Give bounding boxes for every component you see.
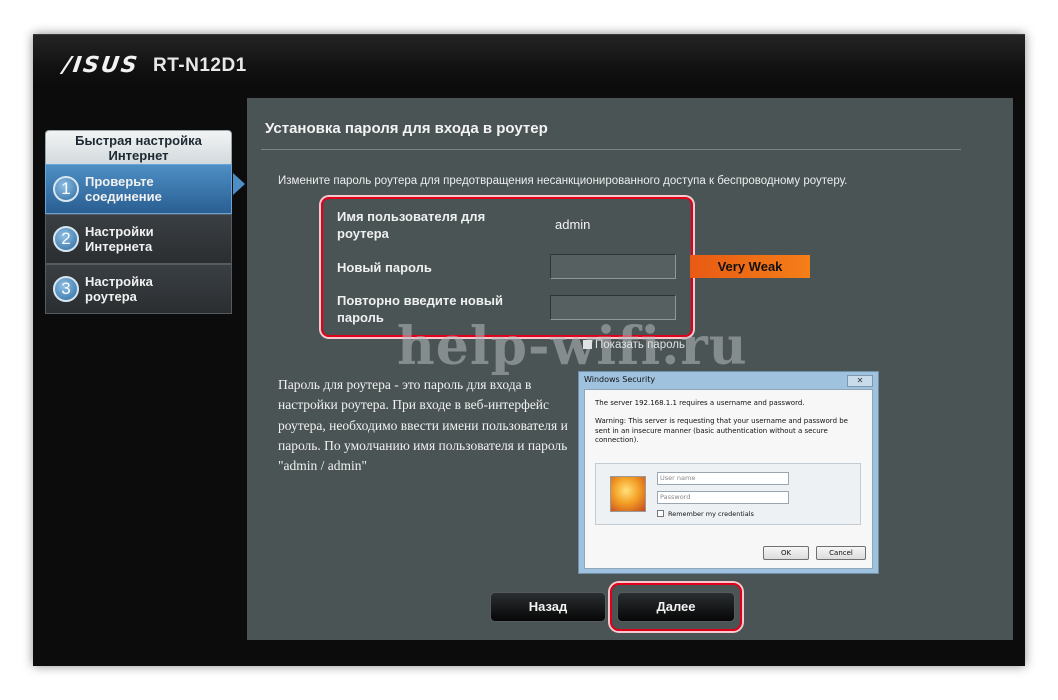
title-divider	[261, 149, 961, 150]
sidebar-item-label: Проверьте соединение	[85, 174, 162, 204]
router-model: RT-N12D1	[153, 55, 247, 76]
new-password-label: Новый пароль	[337, 260, 432, 275]
dialog-body: The server 192.168.1.1 requires a userna…	[584, 389, 873, 569]
sidebar-item-internet-settings[interactable]: 2 Настройки Интернета	[45, 214, 232, 264]
remember-checkbox-icon	[657, 510, 664, 517]
sidebar-item-label: Настройка роутера	[85, 274, 153, 304]
dialog-message: The server 192.168.1.1 requires a userna…	[595, 399, 805, 407]
show-password-checkbox[interactable]	[583, 340, 592, 349]
dialog-title: Windows Security	[584, 375, 656, 384]
remember-credentials: Remember my credentials	[657, 510, 754, 518]
dialog-username-field: User name	[657, 472, 789, 485]
step-2-icon: 2	[53, 226, 79, 252]
back-button[interactable]: Назад	[490, 592, 606, 622]
help-text: Пароль для роутера - это пароль для вход…	[278, 377, 568, 474]
dialog-password-field: Password	[657, 491, 789, 504]
dialog-ok-button: OK	[763, 546, 809, 560]
router-window: /ISUS RT-N12D1 Быстрая настройка Интерне…	[33, 34, 1025, 666]
show-password-label: Показать пароль	[595, 339, 685, 351]
remember-label: Remember my credentials	[668, 510, 754, 518]
credential-tile: User name Password Remember my credentia…	[595, 463, 861, 525]
asus-logo: /ISUS	[61, 53, 141, 78]
user-avatar-icon	[610, 476, 646, 512]
main-panel: Установка пароля для входа в роутер Изме…	[247, 98, 1013, 640]
windows-security-screenshot: Windows Security ✕ The server 192.168.1.…	[578, 371, 879, 574]
confirm-password-field[interactable]	[550, 295, 676, 320]
dialog-warning: Warning: This server is requesting that …	[595, 417, 848, 444]
sidebar-item-router-setup[interactable]: 3 Настройка роутера	[45, 264, 232, 314]
sidebar-item-label: Настройки Интернета	[85, 224, 154, 254]
dialog-cancel-button: Cancel	[816, 546, 866, 560]
active-step-arrow-icon	[233, 173, 245, 195]
page-description: Измените пароль роутера для предотвращен…	[278, 175, 848, 187]
confirm-password-label: Повторно введите новый пароль	[337, 293, 503, 325]
new-password-field[interactable]	[550, 254, 676, 279]
header-bar: /ISUS RT-N12D1	[33, 34, 1025, 88]
step-3-icon: 3	[53, 276, 79, 302]
password-strength-badge: Very Weak	[690, 255, 810, 278]
sidebar-title: Быстрая настройка Интернет	[45, 130, 232, 164]
next-button[interactable]: Далее	[617, 592, 735, 622]
step-1-icon: 1	[53, 176, 79, 202]
sidebar-item-check-connection[interactable]: 1 Проверьте соединение	[45, 164, 232, 214]
page-title: Установка пароля для входа в роутер	[265, 120, 548, 137]
username-label: Имя пользователя для роутера	[337, 209, 486, 241]
show-password-toggle[interactable]: Показать пароль	[583, 339, 685, 351]
username-value: admin	[555, 217, 591, 232]
close-icon: ✕	[847, 375, 873, 387]
